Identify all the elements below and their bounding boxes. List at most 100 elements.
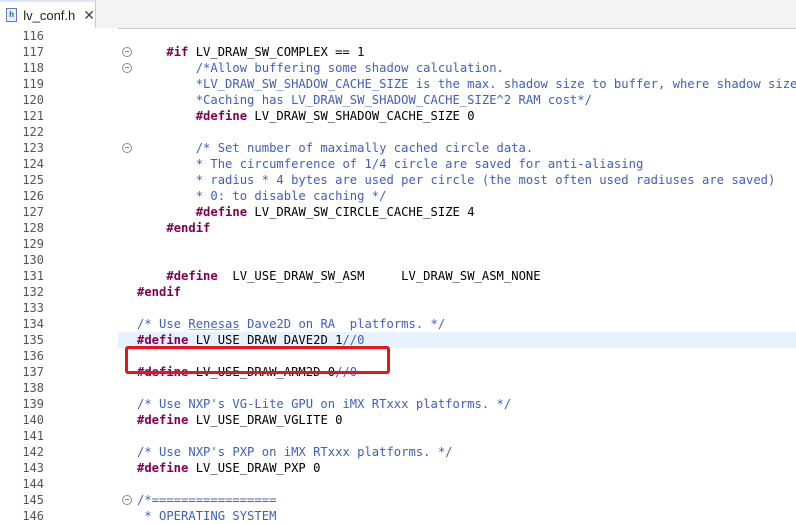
h-file-icon: h bbox=[6, 8, 18, 22]
code-line[interactable]: /* Set number of maximally cached circle… bbox=[137, 140, 534, 156]
code-line[interactable]: *LV_DRAW_SW_SHADOW_CACHE_SIZE is the max… bbox=[137, 76, 796, 92]
code-line[interactable]: #define LV_DRAW_SW_SHADOW_CACHE_SIZE 0 bbox=[137, 108, 475, 124]
code-token: //0 bbox=[342, 333, 365, 347]
code-line[interactable]: #endif bbox=[137, 220, 210, 236]
code-token: /*================= bbox=[137, 493, 277, 507]
close-icon[interactable]: ✕ bbox=[83, 7, 95, 24]
line-number: 121 bbox=[22, 109, 44, 123]
line-number: 136 bbox=[22, 349, 44, 363]
code-line[interactable]: * radius * 4 bytes are used per circle (… bbox=[137, 172, 776, 188]
code-line[interactable]: /*Allow buffering some shadow calculatio… bbox=[137, 60, 504, 76]
code-line[interactable]: /*================= bbox=[137, 492, 276, 508]
line-number: 129 bbox=[22, 237, 44, 251]
line-number: 123 bbox=[22, 141, 44, 155]
line-number: 138 bbox=[22, 381, 44, 395]
code-line[interactable]: /* Use NXP's PXP on iMX RTxxx platforms.… bbox=[137, 444, 453, 460]
line-number: 118 bbox=[22, 61, 44, 75]
code-token: Dave2D on RA platforms. */ bbox=[239, 317, 446, 331]
line-number-gutter: 116 117 118 119 120 121 122 123 124 125 126 127 128 1… bbox=[0, 28, 118, 523]
line-number: 128 bbox=[22, 221, 44, 235]
code-token: LV_USE_DRAW_VGLITE 0 bbox=[188, 413, 343, 427]
line-number: 145 bbox=[22, 493, 44, 507]
code-token: * radius * 4 bytes are used per circle (… bbox=[137, 173, 776, 187]
line-number: 119 bbox=[22, 77, 44, 91]
line-number: 130 bbox=[22, 253, 44, 267]
line-number: 135 bbox=[22, 333, 44, 347]
code-line[interactable]: * 0: to disable caching */ bbox=[137, 188, 387, 204]
code-token: *LV_DRAW_SW_SHADOW_CACHE_SIZE is the max… bbox=[137, 77, 796, 91]
code-line[interactable]: #define LV_DRAW_SW_CIRCLE_CACHE_SIZE 4 bbox=[137, 204, 475, 220]
line-number: 127 bbox=[22, 205, 44, 219]
code-token: #define bbox=[137, 413, 189, 427]
code-token: * The circumference of 1/4 circle are sa… bbox=[137, 157, 644, 171]
code-editor[interactable]: 116 117 118 119 120 121 122 123 124 125 126 127 128 1… bbox=[0, 28, 796, 523]
fold-toggle-icon[interactable]: − bbox=[122, 143, 132, 153]
code-line[interactable]: #define LV_USE_DRAW_PXP 0 bbox=[137, 460, 320, 476]
code-token: * 0: to disable caching */ bbox=[137, 189, 387, 203]
code-line[interactable]: * The circumference of 1/4 circle are sa… bbox=[137, 156, 644, 172]
fold-toggle-icon[interactable]: − bbox=[122, 47, 132, 57]
code-area[interactable]: #if LV_DRAW_SW_COMPLEX == 1 /*Allow buff… bbox=[137, 28, 796, 523]
code-token: LV_DRAW_SW_COMPLEX == 1 bbox=[188, 45, 365, 59]
code-token: Renesas bbox=[188, 317, 240, 331]
code-line[interactable]: #define LV_USE_DRAW_SW_ASM LV_DRAW_SW_AS… bbox=[137, 268, 541, 284]
code-token: #define bbox=[166, 269, 218, 283]
code-token: /* Use NXP's PXP on iMX RTxxx platforms.… bbox=[137, 445, 453, 459]
code-token: /* Use bbox=[137, 317, 189, 331]
code-token: #define bbox=[137, 333, 189, 347]
line-number: 131 bbox=[22, 269, 44, 283]
line-number: 137 bbox=[22, 365, 44, 379]
line-number: 141 bbox=[22, 429, 44, 443]
line-number: 140 bbox=[22, 413, 44, 427]
fold-toggle-icon[interactable]: − bbox=[122, 495, 132, 505]
code-line[interactable]: #define LV_USE_DRAW_VGLITE 0 bbox=[137, 412, 342, 428]
line-number: 117 bbox=[22, 45, 44, 59]
line-number: 116 bbox=[22, 29, 44, 43]
code-token: LV_USE_DRAW_PXP 0 bbox=[188, 461, 321, 475]
line-number: 133 bbox=[22, 301, 44, 315]
line-number: 143 bbox=[22, 461, 44, 475]
code-token: #endif bbox=[137, 285, 182, 299]
code-token: LV_DRAW_SW_SHADOW_CACHE_SIZE 0 bbox=[247, 109, 475, 123]
code-line[interactable]: *Caching has LV_DRAW_SW_SHADOW_CACHE_SIZ… bbox=[137, 92, 592, 108]
code-token: * OPERATING SYSTEM bbox=[137, 509, 277, 523]
line-number: 134 bbox=[22, 317, 44, 331]
tab-lv-conf-h[interactable]: h lv_conf.h ✕ bbox=[0, 0, 96, 28]
line-number: 144 bbox=[22, 477, 44, 491]
code-token: /*Allow buffering some shadow calculatio… bbox=[137, 61, 504, 75]
code-token: LV_USE_DRAW_SW_ASM LV_DRAW_SW_ASM_NONE bbox=[217, 269, 541, 283]
line-number: 139 bbox=[22, 397, 44, 411]
line-number: 124 bbox=[22, 157, 44, 171]
fold-toggle-icon[interactable]: − bbox=[122, 63, 132, 73]
code-token: LV_USE_DRAW_DAVE2D 1 bbox=[188, 333, 343, 347]
line-number: 120 bbox=[22, 93, 44, 107]
line-number: 125 bbox=[22, 173, 44, 187]
code-token: *Caching has LV_DRAW_SW_SHADOW_CACHE_SIZ… bbox=[137, 93, 592, 107]
line-number: 126 bbox=[22, 189, 44, 203]
code-token: LV_DRAW_SW_CIRCLE_CACHE_SIZE 4 bbox=[247, 205, 475, 219]
code-token: #define bbox=[195, 205, 248, 219]
code-token: /* Set number of maximally cached circle… bbox=[137, 141, 534, 155]
line-number: 122 bbox=[22, 125, 44, 139]
code-line[interactable]: #if LV_DRAW_SW_COMPLEX == 1 bbox=[137, 44, 364, 60]
annotation-highlight-box bbox=[125, 346, 390, 374]
code-line[interactable]: /* Use Renesas Dave2D on RA platforms. *… bbox=[137, 316, 445, 332]
tab-label: lv_conf.h bbox=[23, 7, 76, 23]
editor-tab-bar: h lv_conf.h ✕ bbox=[0, 0, 796, 29]
line-number: 132 bbox=[22, 285, 44, 299]
line-number: 142 bbox=[22, 445, 44, 459]
code-line[interactable]: #endif bbox=[137, 284, 181, 300]
code-token: #if bbox=[166, 45, 189, 59]
line-number: 146 bbox=[22, 509, 44, 523]
code-token: /* Use NXP's VG-Lite GPU on iMX RTxxx pl… bbox=[137, 397, 512, 411]
code-line[interactable]: /* Use NXP's VG-Lite GPU on iMX RTxxx pl… bbox=[137, 396, 511, 412]
code-token: #define bbox=[195, 109, 248, 123]
code-line[interactable]: * OPERATING SYSTEM bbox=[137, 508, 276, 524]
code-token: #endif bbox=[166, 221, 211, 235]
code-token: #define bbox=[137, 461, 189, 475]
